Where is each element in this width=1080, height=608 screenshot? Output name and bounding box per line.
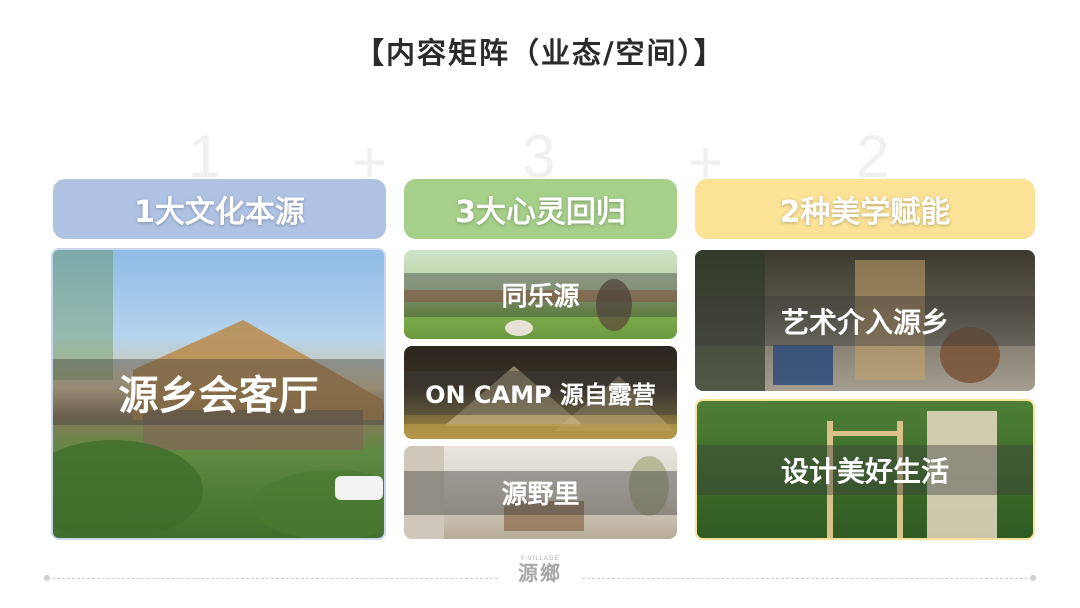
panel-art-intervention[interactable]: 艺术介入源乡 xyxy=(695,250,1035,391)
panel-guest-hall[interactable]: 源乡会客厅 xyxy=(51,248,386,540)
footer-dot-left xyxy=(44,575,50,581)
panel-oncamp[interactable]: ON CAMP 源自露营 xyxy=(404,346,677,439)
panel-design-life-label: 设计美好生活 xyxy=(697,444,1033,495)
logo-big-text: 源鄉 xyxy=(518,561,562,585)
footer-line-left xyxy=(52,578,498,579)
header-culture: 1大文化本源 xyxy=(53,179,386,239)
header-spirit: 3大心灵回归 xyxy=(404,179,677,239)
panel-art-intervention-label: 艺术介入源乡 xyxy=(695,295,1035,346)
panel-yuanyeli-label: 源野里 xyxy=(404,470,677,515)
panel-guest-hall-label: 源乡会客厅 xyxy=(53,359,384,425)
panel-oncamp-label: ON CAMP 源自露营 xyxy=(404,370,677,415)
header-aesthetics: 2种美学赋能 xyxy=(695,179,1035,239)
footer-dot-right xyxy=(1030,575,1036,581)
page-title: 【内容矩阵（业态/空间）】 xyxy=(354,36,726,70)
panel-yuanyeli[interactable]: 源野里 xyxy=(404,446,677,539)
panel-tongle-label: 同乐源 xyxy=(404,272,677,317)
footer-line-right xyxy=(582,578,1028,579)
brand-logo: Y-VILLAGE 源鄉 xyxy=(512,556,568,584)
panel-design-life[interactable]: 设计美好生活 xyxy=(695,399,1035,540)
panel-tongle[interactable]: 同乐源 xyxy=(404,250,677,339)
